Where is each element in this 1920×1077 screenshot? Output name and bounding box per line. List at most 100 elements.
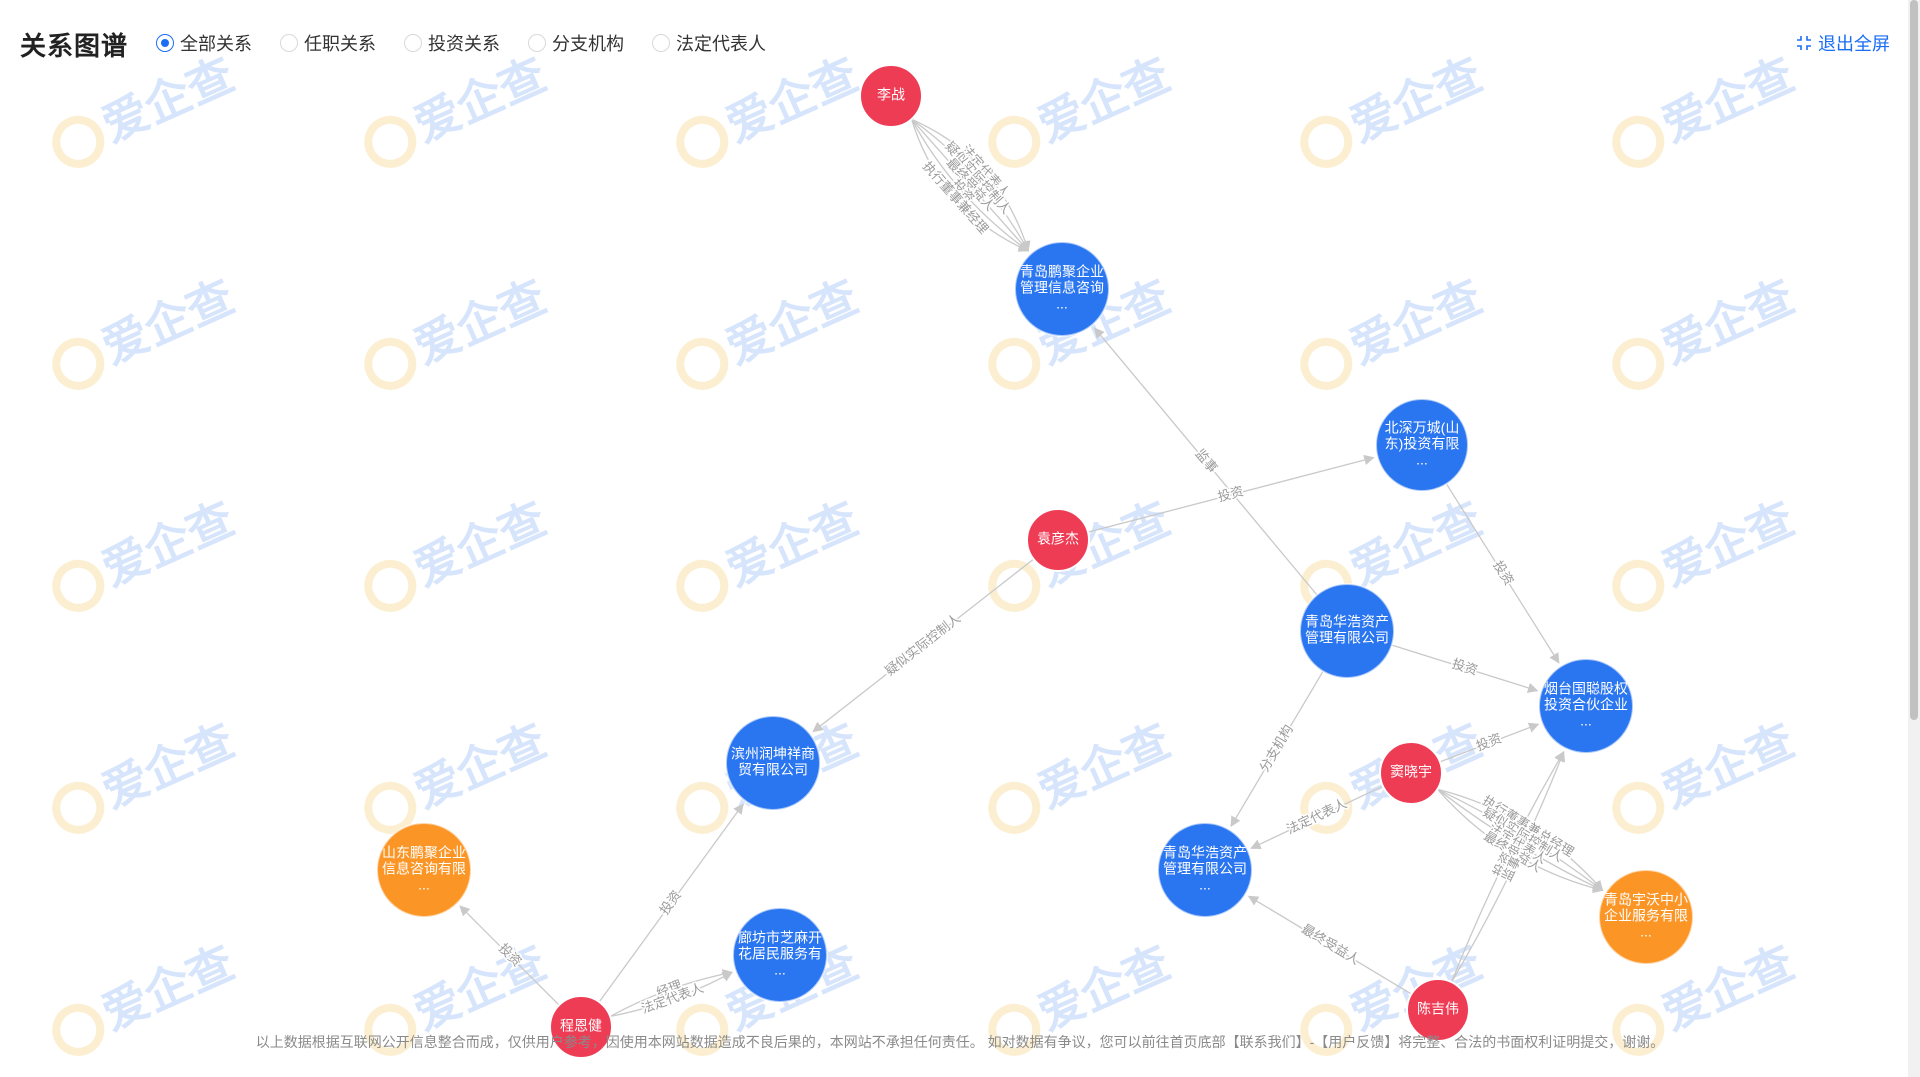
node-label: 青岛华浩资产 xyxy=(1163,845,1247,861)
node-label: 山东鹏聚企业 xyxy=(382,845,466,861)
watermark-text: 爱企查 xyxy=(1654,492,1801,596)
filter-employment-relations[interactable]: 任职关系 xyxy=(280,30,376,56)
edge-label: 投资 xyxy=(1490,558,1517,588)
watermark-text: 爱企查 xyxy=(1342,492,1489,596)
filter-label: 法定代表人 xyxy=(676,34,766,54)
node-label: 滨州润坤祥商 xyxy=(731,746,815,762)
edge-label: 投资 xyxy=(1450,656,1479,678)
radio-icon[interactable] xyxy=(528,34,546,52)
node-label: ... xyxy=(1580,713,1592,729)
watermark-logo: 爱企查 xyxy=(364,492,554,612)
watermark-text: 爱企查 xyxy=(94,492,241,596)
graph-node-company[interactable]: 北深万城(山东)投资有限... xyxy=(1375,398,1469,492)
node-label: ... xyxy=(774,962,786,978)
vertical-scrollbar[interactable] xyxy=(1908,0,1920,1077)
filter-label: 分支机构 xyxy=(552,34,624,54)
node-label: 东)投资有限 xyxy=(1385,436,1460,452)
graph-node-person[interactable]: 窦晓宇 xyxy=(1379,741,1443,805)
node-label: 投资合伙企业 xyxy=(1544,697,1628,713)
graph-node-company[interactable]: 烟台国聪股权投资合伙企业... xyxy=(1538,658,1634,754)
watermark-layer: 爱企查 爱企查 爱企查 爱企查 爱企查 爱企查爱企查 爱企查 爱企查 爱企查 爱企查 爱企查爱企查爱… xyxy=(52,48,1802,1056)
watermark-text: 爱企查 xyxy=(94,270,241,374)
watermark-text: 爱企查 xyxy=(1654,270,1801,374)
radio-icon[interactable] xyxy=(404,34,422,52)
top-bar: 关系图谱 全部关系 任职关系 投资关系 分支机构 法定代表人 退出全屏 xyxy=(0,0,1920,84)
exit-fullscreen-button[interactable]: 退出全屏 xyxy=(1796,30,1890,56)
node-label: 袁彦杰 xyxy=(1037,531,1079,547)
graph-node-person[interactable]: 袁彦杰 xyxy=(1026,508,1090,572)
graph-node-org[interactable]: 青岛宇沃中小企业服务有限... xyxy=(1598,869,1694,965)
node-label: 企业服务有限 xyxy=(1604,908,1688,924)
watermark-text: 爱企查 xyxy=(718,492,865,596)
watermark-text: 爱企查 xyxy=(94,936,241,1040)
watermark-logo: 爱企查 xyxy=(52,492,242,612)
watermark-text: 爱企查 xyxy=(718,270,865,374)
filter-label: 任职关系 xyxy=(304,34,376,54)
node-label: ... xyxy=(1416,452,1428,468)
node-label: ... xyxy=(1056,296,1068,312)
node-label: 北深万城(山 xyxy=(1385,420,1460,436)
node-label: 青岛鹏聚企业 xyxy=(1020,264,1104,280)
graph-node-company[interactable]: 青岛华浩资产管理有限公司 xyxy=(1299,583,1395,679)
fullscreen-exit-icon xyxy=(1797,36,1811,50)
node-label: 管理有限公司 xyxy=(1305,630,1389,646)
filter-branch-offices[interactable]: 分支机构 xyxy=(528,30,624,56)
watermark-logo: 爱企查 xyxy=(1612,270,1802,390)
node-label: 管理信息咨询 xyxy=(1020,280,1104,296)
graph-node-company[interactable]: 青岛鹏聚企业管理信息咨询... xyxy=(1014,241,1110,337)
watermark-logo: 爱企查 xyxy=(1300,270,1490,390)
filter-investment-relations[interactable]: 投资关系 xyxy=(404,30,500,56)
radio-icon[interactable] xyxy=(652,34,670,52)
watermark-text: 爱企查 xyxy=(1654,714,1801,818)
watermark-logo: 爱企查 xyxy=(676,492,866,612)
graph-node-company[interactable]: 滨州润坤祥商贸有限公司 xyxy=(725,715,821,811)
watermark-logo: 爱企查 xyxy=(988,714,1178,834)
radio-icon[interactable] xyxy=(280,34,298,52)
edge-label: 分支机构 xyxy=(1256,722,1295,774)
filter-label: 投资关系 xyxy=(428,34,500,54)
radio-icon[interactable] xyxy=(156,34,174,52)
scrollbar-thumb[interactable] xyxy=(1910,0,1918,720)
node-label: ... xyxy=(1640,924,1652,940)
edge-label: 投资 xyxy=(1474,730,1504,753)
disclaimer-footer: 以上数据根据互联网公开信息整合而成，仅供用户参考，因使用本网站数据造成不良后果的… xyxy=(255,1034,1665,1050)
watermark-text: 爱企查 xyxy=(406,270,553,374)
filter-label: 全部关系 xyxy=(180,34,252,54)
node-label: 贸有限公司 xyxy=(738,762,808,778)
node-label: 窦晓宇 xyxy=(1390,764,1432,780)
watermark-text: 爱企查 xyxy=(406,714,553,818)
graph-node-org[interactable]: 山东鹏聚企业信息咨询有限... xyxy=(376,822,472,918)
node-label: ... xyxy=(1199,877,1211,893)
watermark-text: 爱企查 xyxy=(1030,714,1177,818)
relationship-graph[interactable]: 爱企查 爱企查 爱企查 爱企查 爱企查 爱企查爱企查 爱企查 爱企查 爱企查 爱企查 爱企查爱企查爱… xyxy=(0,0,1908,1077)
watermark-text: 爱企查 xyxy=(1030,936,1177,1040)
node-label: 信息咨询有限 xyxy=(382,861,466,877)
node-label: 青岛华浩资产 xyxy=(1305,614,1389,630)
watermark-logo: 爱企查 xyxy=(364,270,554,390)
graph-node-company[interactable]: 青岛华浩资产管理有限公司... xyxy=(1157,822,1253,918)
node-label: ... xyxy=(418,877,430,893)
watermark-text: 爱企查 xyxy=(406,492,553,596)
watermark-logo: 爱企查 xyxy=(52,714,242,834)
node-label: 李战 xyxy=(877,87,905,103)
filter-legal-representative[interactable]: 法定代表人 xyxy=(652,30,766,56)
edge-label: 投资 xyxy=(1216,483,1245,504)
relation-filter-group: 全部关系 任职关系 投资关系 分支机构 法定代表人 xyxy=(156,30,794,56)
edge-label: 疑似实际控制人 xyxy=(882,611,963,679)
graph-node-company[interactable]: 廊坊市芝麻开花居民服务有... xyxy=(732,907,828,1003)
watermark-logo: 爱企查 xyxy=(364,714,554,834)
watermark-logo: 爱企查 xyxy=(676,270,866,390)
watermark-text: 爱企查 xyxy=(1342,270,1489,374)
watermark-logo: 爱企查 xyxy=(1612,714,1802,834)
edge-label: 最终受益人 xyxy=(1299,921,1362,967)
watermark-text: 爱企查 xyxy=(406,936,553,1040)
node-label: 陈吉伟 xyxy=(1417,1001,1459,1017)
watermark-logo: 爱企查 xyxy=(1612,492,1802,612)
node-label: 花居民服务有 xyxy=(738,946,822,962)
node-label: 廊坊市芝麻开 xyxy=(738,930,822,946)
page-title: 关系图谱 xyxy=(20,31,129,61)
node-label: 管理有限公司 xyxy=(1163,861,1247,877)
node-label: 青岛宇沃中小 xyxy=(1604,892,1688,908)
exit-fullscreen-label: 退出全屏 xyxy=(1818,34,1890,54)
filter-all-relations[interactable]: 全部关系 xyxy=(156,30,252,56)
